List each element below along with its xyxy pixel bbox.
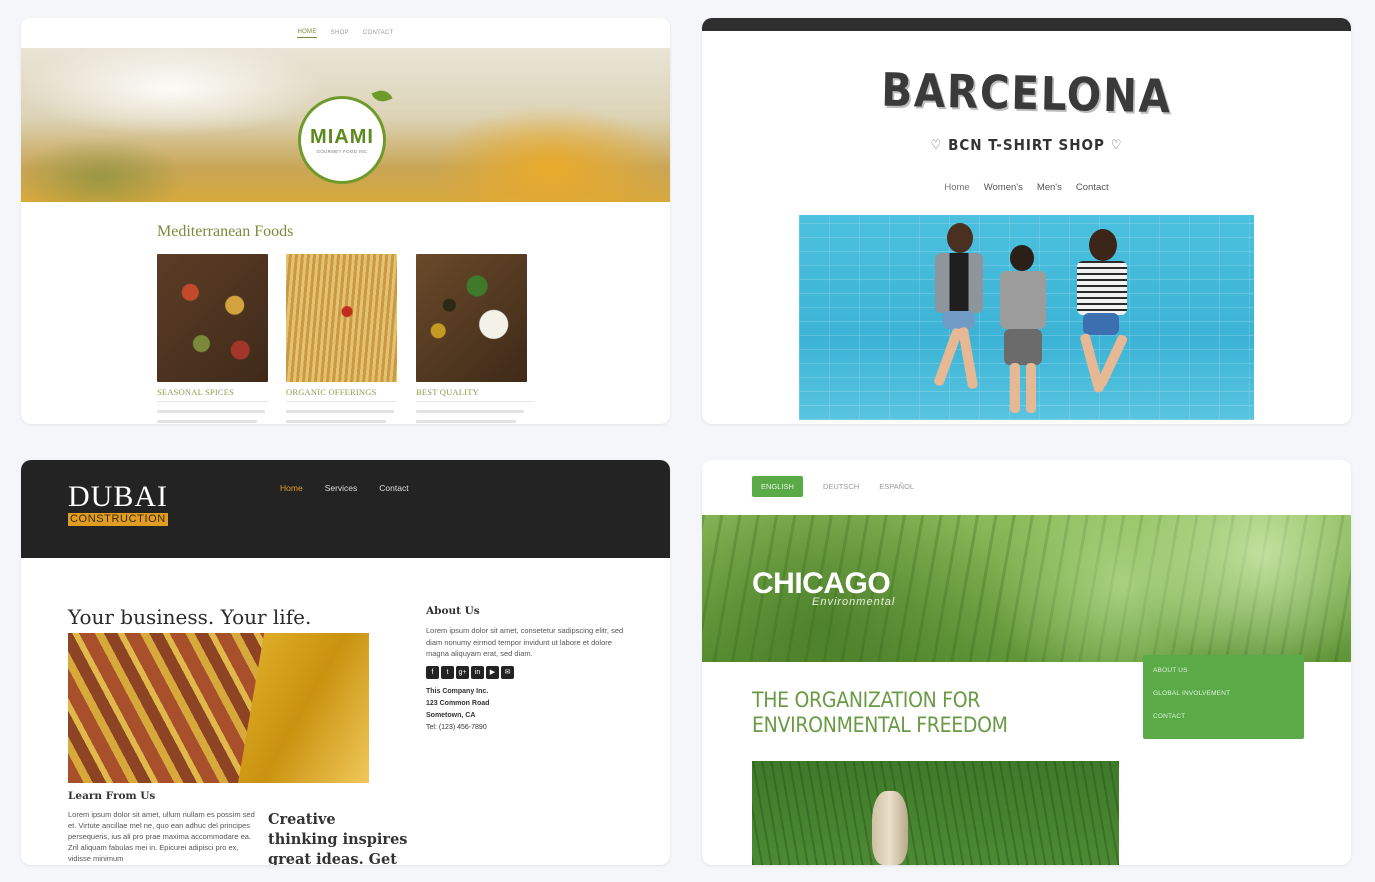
miami-nav: HOME SHOP CONTACT [21,18,670,48]
placeholder-text-line [157,420,257,423]
placeholder-text-line [416,410,524,413]
miami-logo-subtext: GOURMET FOOD INC [316,149,368,154]
twitter-icon[interactable]: t [441,665,454,679]
social-icons: f t g+ in ▶ ✉ [426,665,636,679]
chicago-heading: THE ORGANIZATION FOR ENVIRONMENTAL FREED… [752,688,1008,737]
barcelona-nav-contact[interactable]: Contact [1076,182,1109,193]
barcelona-subtitle: ♡ BCN T-SHIRT SHOP ♡ [702,136,1351,154]
barcelona-nav-womens[interactable]: Women's [984,182,1023,193]
youtube-icon[interactable]: ▶ [486,665,499,679]
linkedin-icon[interactable]: in [471,665,484,679]
divider [157,401,268,402]
shell-shape [872,791,908,865]
olives-image [416,254,527,382]
about-section: About Us Lorem ipsum dolor sit amet, con… [426,605,636,734]
barcelona-title: BARCELONA [880,62,1173,124]
dubai-logo-subtext: CONSTRUCTION [68,513,168,526]
placeholder-text-line [286,410,394,413]
building-image [68,633,369,783]
barcelona-nav-mens[interactable]: Men's [1037,182,1062,193]
language-english[interactable]: ENGLISH [752,476,803,497]
phone-number: Tel: (123) 456-7890 [426,723,487,731]
company-name: This Company Inc. [426,687,489,695]
menu-global-involvement[interactable]: GLOBAL INVOLVEMENT [1153,690,1294,697]
dubai-header: DUBAI CONSTRUCTION Home Services Contact [21,460,670,558]
google-plus-icon[interactable]: g+ [456,665,469,679]
grass-shell-image [752,761,1119,865]
divider [416,401,534,402]
placeholder-text-line [157,410,265,413]
chicago-menu: ABOUT US GLOBAL INVOLVEMENT CONTACT [1143,655,1304,739]
learn-heading: Learn From Us [68,790,156,802]
miami-logo: MIAMI GOURMET FOOD INC [298,96,386,184]
street-address: 123 Common Road [426,699,490,707]
language-espanol[interactable]: ESPAÑOL [879,482,914,491]
barcelona-subtitle-text: BCN T-SHIRT SHOP [948,136,1105,154]
dubai-nav-contact[interactable]: Contact [379,483,408,493]
heart-icon: ♡ [1110,137,1123,153]
barcelona-nav: Home Women's Men's Contact [702,182,1351,193]
learn-text: Lorem ipsum dolor sit amet, ullum nullam… [68,810,255,863]
placeholder-text-line [416,420,516,423]
miami-nav-home[interactable]: HOME [297,29,317,38]
caption-seasonal-spices: SEASONAL SPICES [157,387,235,397]
template-card-miami[interactable]: HOME SHOP CONTACT MIAMI GOURMET FOOD INC… [21,18,670,424]
top-bar [702,18,1351,31]
about-heading: About Us [426,605,480,617]
template-card-barcelona[interactable]: BARCELONA ♡ BCN T-SHIRT SHOP ♡ Home Wome… [702,18,1351,424]
divider [286,401,397,402]
chicago-logo-subtext: Environmental [812,596,896,608]
miami-logo-text: MIAMI [310,126,374,148]
miami-heading: Mediterranean Foods [157,223,294,240]
dubai-nav-home[interactable]: Home [280,483,303,493]
miami-nav-contact[interactable]: CONTACT [363,30,394,36]
chicago-language-nav: ENGLISH DEUTSCH ESPAÑOL [752,476,914,497]
placeholder-text-line [286,420,386,423]
address-block: This Company Inc. 123 Common Road Someto… [426,686,636,734]
template-card-chicago[interactable]: ENGLISH DEUTSCH ESPAÑOL CHICAGO Environm… [702,460,1351,865]
city-address: Sometown, CA [426,711,476,719]
facebook-icon[interactable]: f [426,665,439,679]
barcelona-nav-home[interactable]: Home [944,182,969,193]
dubai-heading: Your business. Your life. [68,605,312,629]
menu-about-us[interactable]: ABOUT US [1153,667,1294,674]
about-text: Lorem ipsum dolor sit amet, consetetur s… [426,626,624,658]
mail-icon[interactable]: ✉ [501,665,514,679]
barcelona-hero-image [799,215,1254,420]
caption-organic-offerings: ORGANIC OFFERINGS [286,387,377,397]
quote-text: Creative thinking inspires great ideas. … [268,811,408,865]
template-card-dubai[interactable]: DUBAI CONSTRUCTION Home Services Contact… [21,460,670,865]
dubai-nav-services[interactable]: Services [325,483,358,493]
menu-contact[interactable]: CONTACT [1153,713,1294,720]
language-deutsch[interactable]: DEUTSCH [823,482,859,491]
pasta-image [286,254,397,382]
dubai-nav: Home Services Contact [280,483,409,493]
spices-image [157,254,268,382]
miami-nav-shop[interactable]: SHOP [331,30,349,36]
caption-best-quality: BEST QUALITY [416,387,479,397]
heart-icon: ♡ [930,137,943,153]
dubai-logo: DUBAI [68,480,168,513]
